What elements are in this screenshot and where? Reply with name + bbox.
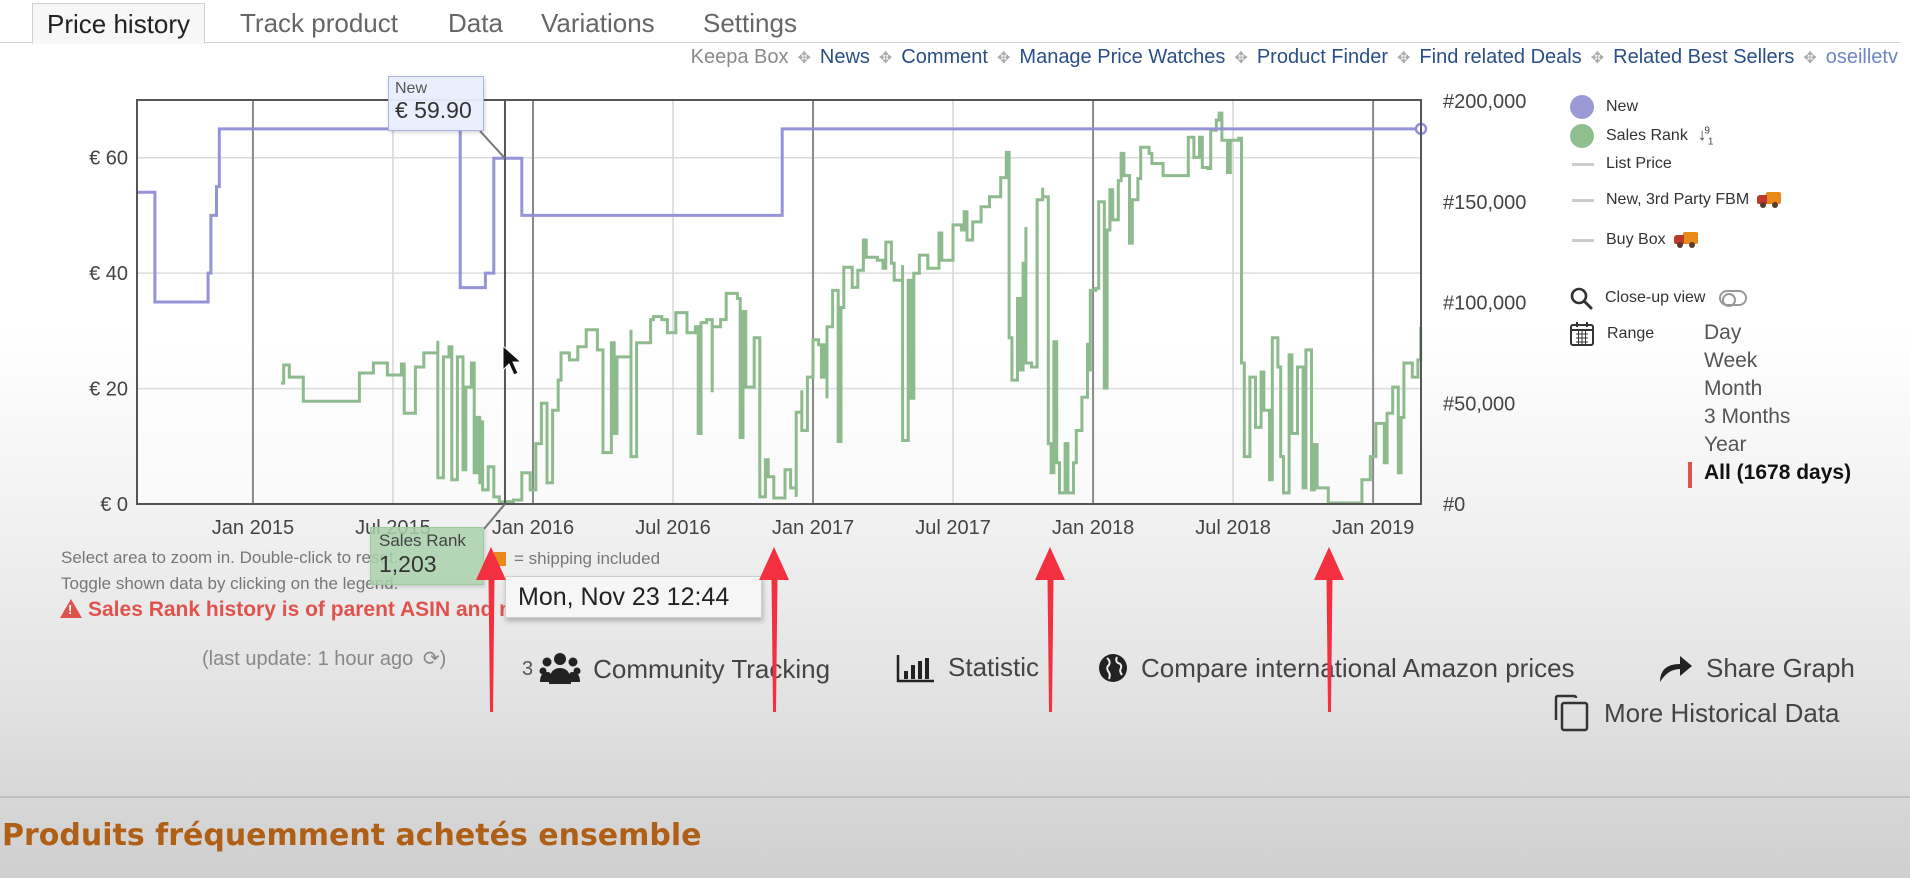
legend-item-sales-rank[interactable]: Sales Rank ↓91 bbox=[1570, 122, 1713, 150]
legend-item-list-price[interactable]: List Price bbox=[1570, 150, 1672, 178]
tooltip-rank-title: Sales Rank bbox=[379, 531, 466, 550]
sales-rank-dot-icon bbox=[1570, 124, 1594, 148]
tooltip-new-value: € 59.90 bbox=[395, 97, 472, 123]
range-option-year[interactable]: Year bbox=[1704, 433, 1746, 457]
shipping-icon bbox=[494, 552, 506, 566]
new-price-tooltip: New € 59.90 bbox=[388, 76, 484, 131]
range-label: Range bbox=[1607, 325, 1655, 342]
sort-numeric-icon[interactable]: ↓91 bbox=[1698, 125, 1713, 147]
share-arrow-icon bbox=[1660, 656, 1692, 682]
sales-rank-tooltip: Sales Rank 1,203 bbox=[370, 527, 484, 585]
dash-icon bbox=[1572, 198, 1594, 202]
range-row: Range bbox=[1569, 320, 1654, 348]
calendar-icon bbox=[1570, 322, 1594, 346]
section-title: Produits fréquemment achetés ensemble bbox=[2, 818, 702, 853]
zoom-hint: Select area to zoom in. Double-click to … bbox=[61, 548, 399, 567]
y-axis-left: € 0 € 20 € 40 € 60 bbox=[89, 148, 128, 516]
y-right-tick-label: #200,000 bbox=[1443, 91, 1526, 113]
community-tracking-button[interactable]: 3 Community Tracking bbox=[522, 652, 830, 686]
x-tick-label: Jul 2018 bbox=[1195, 517, 1271, 539]
legend-item-new[interactable]: New bbox=[1570, 93, 1638, 121]
tooltip-new-title: New bbox=[395, 80, 428, 97]
community-label: Community Tracking bbox=[593, 653, 831, 684]
legend-label: List Price bbox=[1606, 155, 1672, 172]
copy-icon bbox=[1554, 694, 1589, 732]
statistic-label: Statistic bbox=[948, 652, 1040, 682]
statistic-button[interactable]: Statistic bbox=[896, 652, 1039, 683]
warning-icon bbox=[60, 599, 82, 618]
globe-icon bbox=[1099, 654, 1127, 682]
range-option-month[interactable]: Month bbox=[1704, 377, 1762, 401]
legend-item-buy-box[interactable]: Buy Box bbox=[1570, 226, 1698, 254]
closeup-label: Close-up view bbox=[1605, 289, 1706, 306]
community-count: 3 bbox=[522, 657, 534, 680]
shipping-note: = shipping included bbox=[494, 549, 660, 569]
range-option-all[interactable]: All (1678 days) bbox=[1704, 461, 1851, 485]
y-right-tick-label: #0 bbox=[1443, 494, 1465, 516]
legend-label: Buy Box bbox=[1606, 231, 1666, 248]
x-tick-label: Jul 2016 bbox=[635, 517, 711, 539]
dash-icon bbox=[1572, 238, 1594, 242]
closeup-view-toggle[interactable]: Close-up view bbox=[1569, 284, 1748, 312]
compare-international-button[interactable]: Compare international Amazon prices bbox=[1097, 652, 1575, 684]
tooltip-rank-value: 1,203 bbox=[379, 551, 437, 577]
x-tick-label: Jul 2017 bbox=[915, 517, 991, 539]
new-dot-icon bbox=[1570, 95, 1594, 119]
search-icon bbox=[1570, 287, 1593, 310]
range-option-3-months[interactable]: 3 Months bbox=[1704, 405, 1790, 429]
section-divider bbox=[0, 796, 1910, 798]
y-left-tick-label: € 20 bbox=[89, 379, 128, 401]
date-tooltip: Mon, Nov 23 12:44 bbox=[505, 576, 762, 618]
legend-label: New, 3rd Party FBM bbox=[1606, 191, 1750, 208]
community-icon bbox=[539, 653, 581, 684]
compare-label: Compare international Amazon prices bbox=[1141, 652, 1575, 683]
truck-icon bbox=[1757, 192, 1782, 208]
toggle-switch[interactable] bbox=[1719, 290, 1748, 307]
shipping-text: = shipping included bbox=[514, 549, 661, 568]
last-update-text: (last update: 1 hour ago bbox=[202, 648, 414, 670]
share-graph-button[interactable]: Share Graph bbox=[1656, 652, 1855, 684]
bar-chart-icon bbox=[896, 654, 934, 682]
last-update[interactable]: (last update: 1 hour ago ⟳) bbox=[202, 646, 446, 671]
legend-hint: Toggle shown data by clicking on the leg… bbox=[61, 574, 399, 593]
range-option-day[interactable]: Day bbox=[1704, 321, 1741, 345]
refresh-icon[interactable]: ⟳) bbox=[423, 648, 446, 670]
x-tick-label: Jan 2015 bbox=[212, 517, 294, 539]
legend-item-new-3rd-party-fbm[interactable]: New, 3rd Party FBM bbox=[1570, 186, 1782, 214]
x-tick-label: Jan 2017 bbox=[772, 517, 854, 539]
x-tick-label: Jan 2019 bbox=[1332, 517, 1414, 539]
dash-icon bbox=[1572, 162, 1594, 166]
y-axis-right: #0 #50,000 #100,000 #150,000 #200,000 bbox=[1443, 91, 1526, 516]
truck-icon bbox=[1673, 232, 1698, 248]
legend-label: Sales Rank bbox=[1606, 127, 1688, 144]
y-right-tick-label: #150,000 bbox=[1443, 192, 1526, 214]
active-range-indicator bbox=[1688, 462, 1692, 488]
y-right-tick-label: #50,000 bbox=[1443, 393, 1515, 415]
more-historical-data-button[interactable]: More Historical Data bbox=[1552, 694, 1840, 732]
y-right-tick-label: #100,000 bbox=[1443, 293, 1526, 315]
range-option-week[interactable]: Week bbox=[1704, 349, 1757, 373]
more-historical-label: More Historical Data bbox=[1604, 697, 1840, 728]
y-left-tick-label: € 0 bbox=[100, 494, 128, 516]
x-tick-label: Jan 2018 bbox=[1052, 517, 1134, 539]
legend-label: New bbox=[1606, 98, 1639, 115]
y-left-tick-label: € 40 bbox=[89, 263, 128, 285]
x-tick-label: Jan 2016 bbox=[492, 517, 574, 539]
share-label: Share Graph bbox=[1706, 652, 1855, 683]
y-left-tick-label: € 60 bbox=[89, 148, 128, 170]
